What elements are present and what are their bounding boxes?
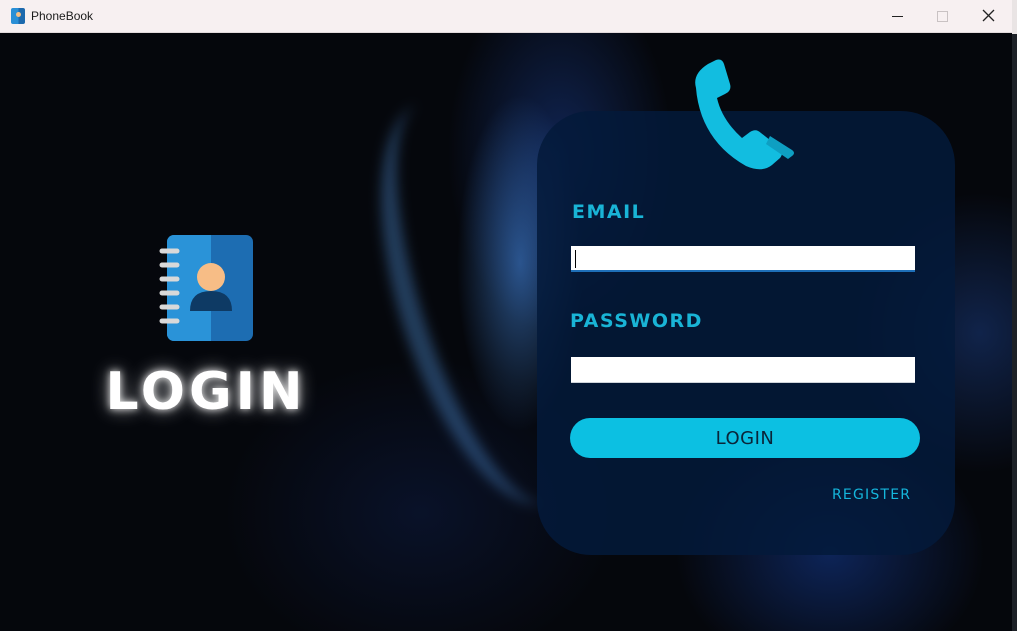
minimize-button[interactable] — [874, 0, 920, 32]
login-button[interactable]: LOGIN — [570, 418, 920, 458]
login-heading: LOGIN — [105, 362, 307, 422]
app-icon — [11, 8, 25, 24]
maximize-button[interactable] — [919, 0, 965, 32]
contact-book-icon — [159, 235, 253, 341]
phone-handset-icon — [695, 59, 794, 170]
password-input[interactable] — [571, 357, 915, 383]
title-bar[interactable]: PhoneBook — [0, 0, 1012, 33]
email-label: EMAIL — [572, 201, 646, 223]
close-icon — [982, 9, 995, 22]
password-label: PASSWORD — [570, 310, 703, 332]
register-link[interactable]: REGISTER — [832, 487, 911, 503]
close-button[interactable] — [965, 0, 1011, 32]
text-caret — [575, 250, 576, 268]
phonebook-window: PhoneBook LOGIN EMAIL PASSWORD LOGIN REG… — [0, 0, 1017, 631]
email-input[interactable] — [571, 246, 915, 272]
window-title: PhoneBook — [31, 9, 94, 23]
desktop-edge-dark — [1012, 34, 1017, 631]
